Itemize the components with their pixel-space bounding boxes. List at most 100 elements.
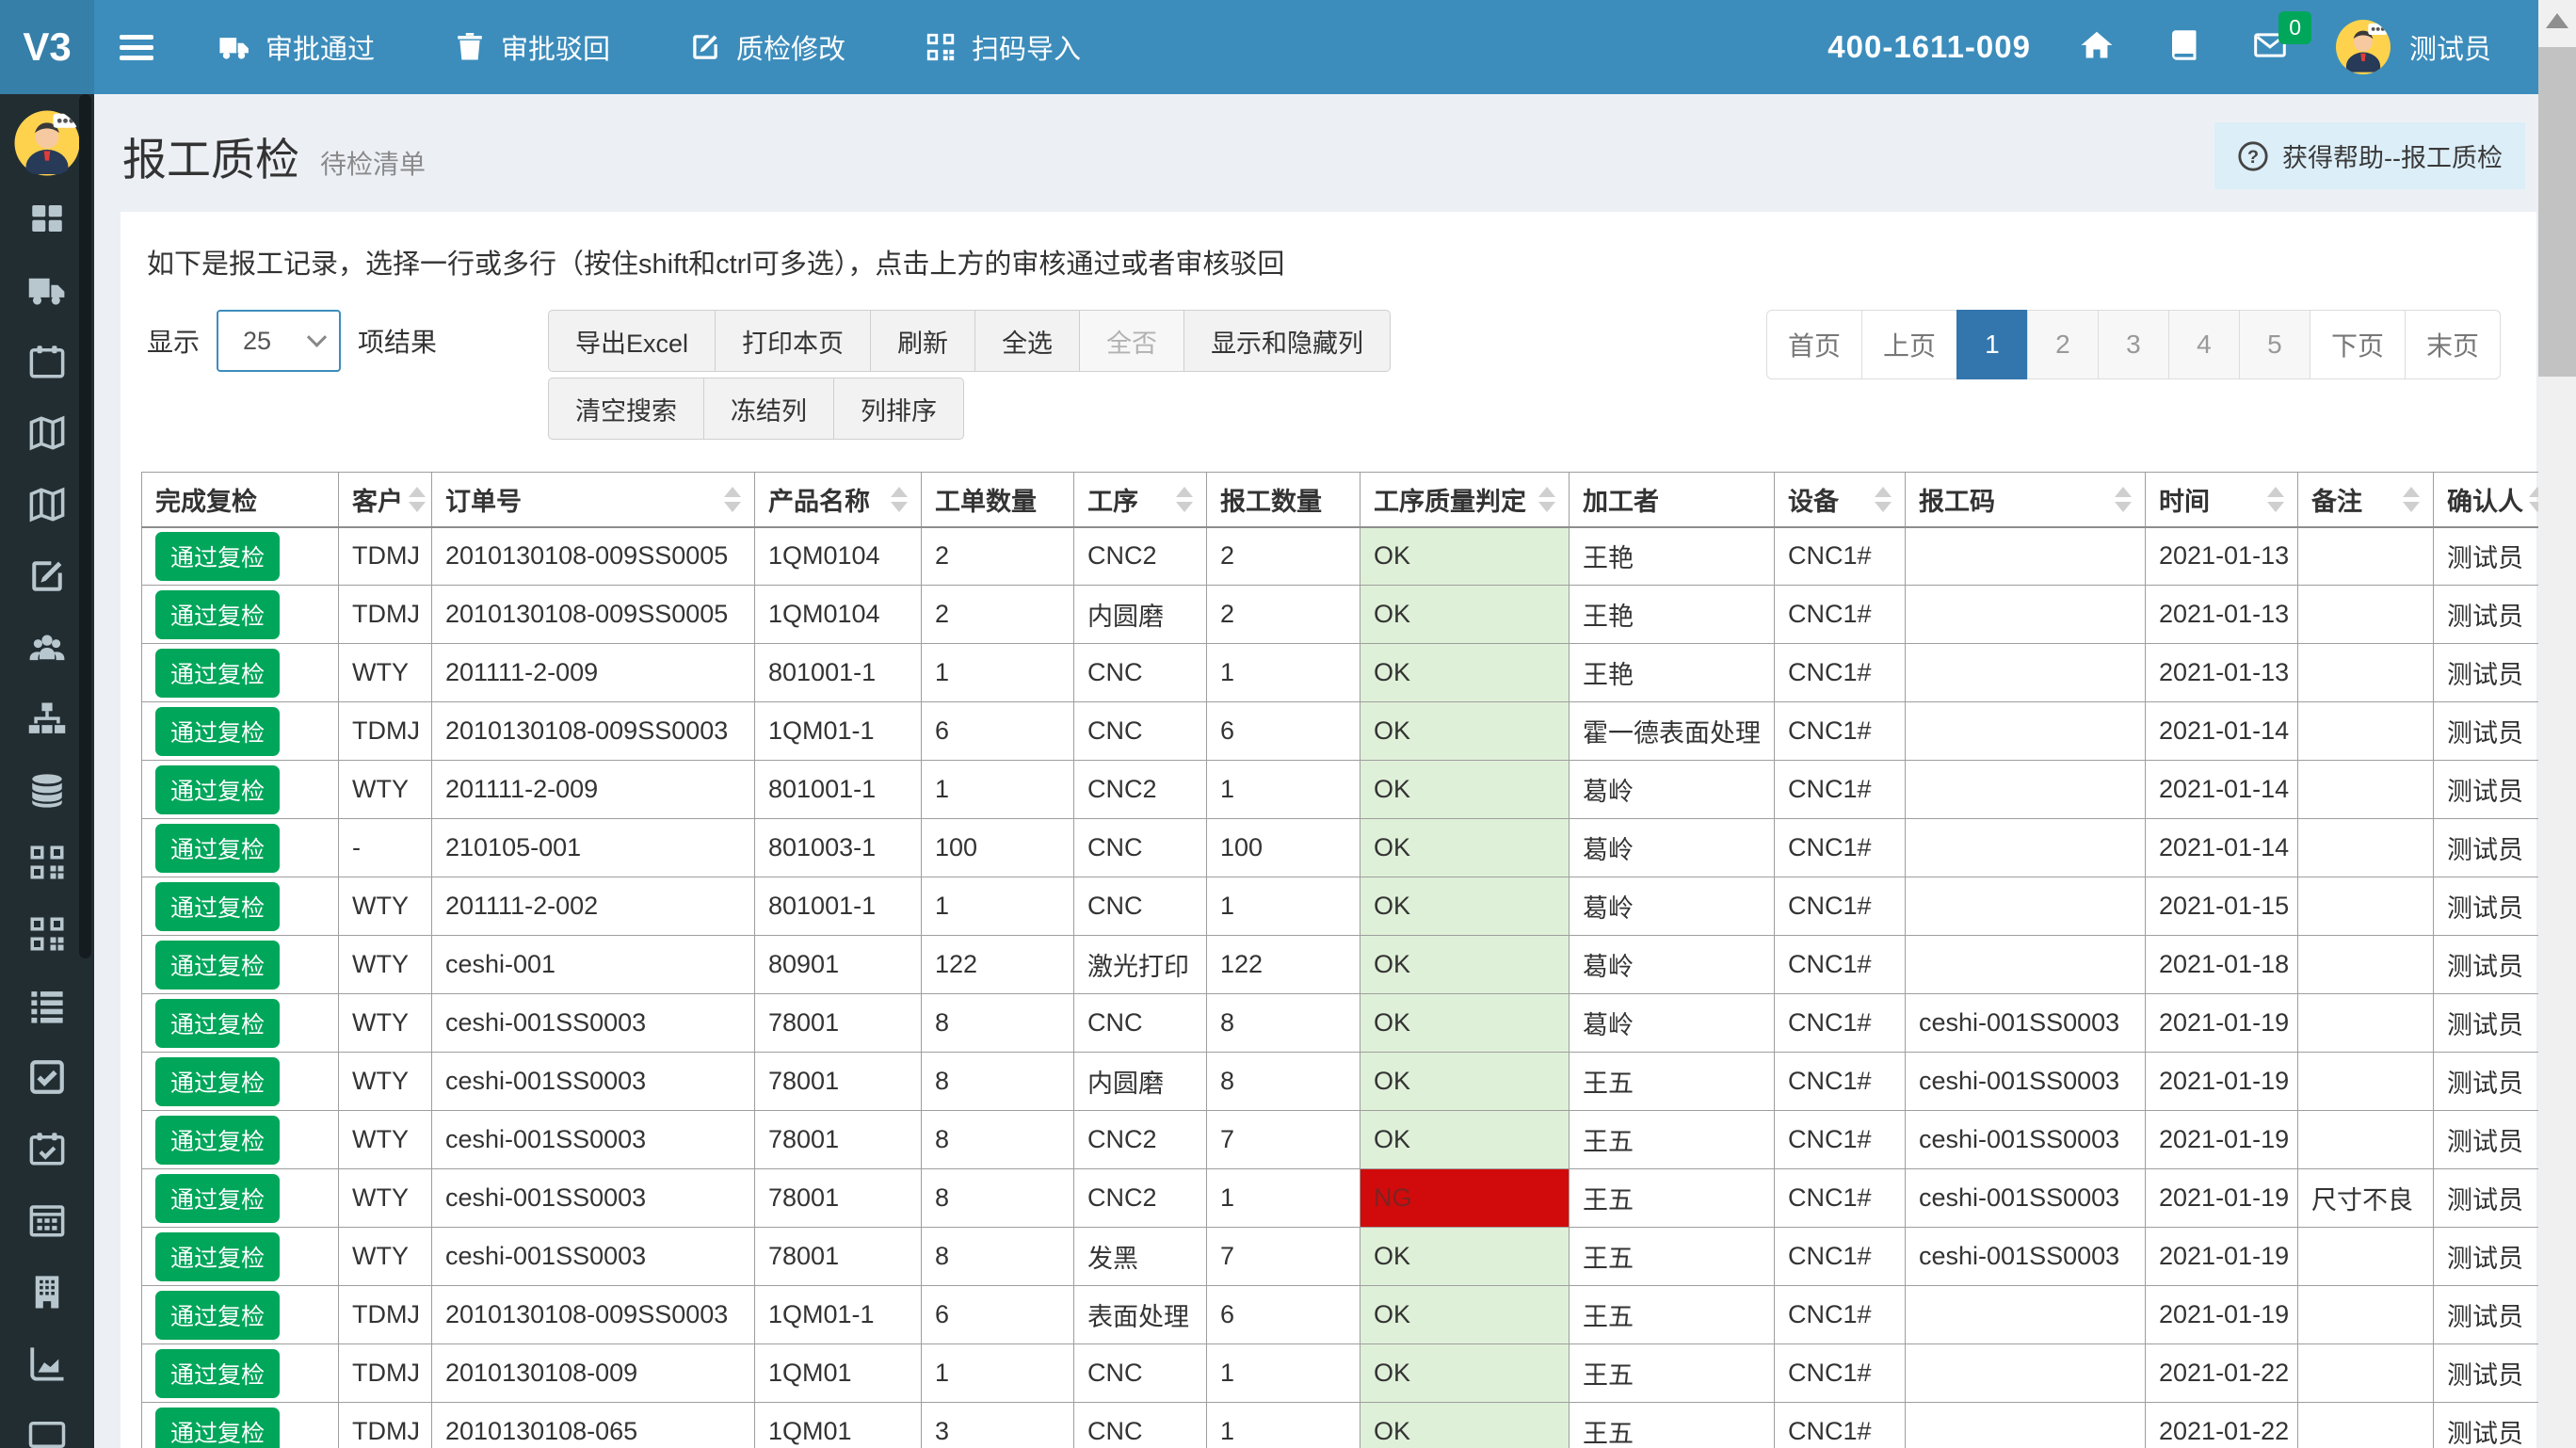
- column-header-confirmer[interactable]: 确认人: [2434, 473, 2545, 527]
- clear-search-button[interactable]: 清空搜索: [548, 378, 704, 440]
- cell-recheck: 通过复检: [142, 994, 339, 1053]
- pass-recheck-button[interactable]: 通过复检: [155, 707, 280, 756]
- column-header-order_no[interactable]: 订单号: [432, 473, 755, 527]
- table-row[interactable]: 通过复检-210105-001801003-1100CNC100OK葛岭CNC1…: [142, 819, 2545, 877]
- table-row[interactable]: 通过复检WTYceshi-001SS0003780018CNC8OK葛岭CNC1…: [142, 994, 2545, 1053]
- pagination-page-1[interactable]: 1: [1956, 310, 2028, 379]
- table-row[interactable]: 通过复检TDMJ2010130108-009SS00051QM01042CNC2…: [142, 527, 2545, 586]
- nav-item-approve-pass[interactable]: 审批通过: [179, 0, 414, 94]
- pass-recheck-button[interactable]: 通过复检: [155, 1057, 280, 1106]
- cell-worker: 王五: [1570, 1111, 1775, 1169]
- freeze-column-button[interactable]: 冻结列: [703, 378, 834, 440]
- pass-recheck-button[interactable]: 通过复检: [155, 649, 280, 698]
- page-size-select[interactable]: 25: [217, 310, 341, 372]
- table-toolbar: 导出Excel打印本页刷新全选全否显示和隐藏列 清空搜索冻结列列排序: [548, 310, 1391, 440]
- table-row[interactable]: 通过复检WTYceshi-00180901122激光打印122OK葛岭CNC1#…: [142, 936, 2545, 994]
- table-row[interactable]: 通过复检TDMJ2010130108-009SS00031QM01-16CNC6…: [142, 702, 2545, 761]
- table-row[interactable]: 通过复检TDMJ2010130108-0091QM011CNC1OK王五CNC1…: [142, 1344, 2545, 1403]
- cell-product: 1QM01: [755, 1344, 922, 1403]
- table-row[interactable]: 通过复检TDMJ2010130108-009SS00051QM01042内圆磨2…: [142, 586, 2545, 644]
- cell-report_code: ceshi-001SS0003: [1906, 1053, 2146, 1111]
- sidebar-item-list-11[interactable]: [0, 970, 94, 1041]
- sidebar-item-chart-area-16[interactable]: [0, 1327, 94, 1399]
- column-order-button[interactable]: 列排序: [833, 378, 964, 440]
- instruction-text: 如下是报工记录，选择一行或多行（按住shift和ctrl可多选），点击上方的审核…: [147, 242, 2516, 282]
- pagination-first-page[interactable]: 首页: [1766, 310, 1862, 379]
- select-all-button[interactable]: 全选: [974, 310, 1080, 372]
- table-row[interactable]: 通过复检WTYceshi-001SS0003780018内圆磨8OK王五CNC1…: [142, 1053, 2545, 1111]
- pass-recheck-button[interactable]: 通过复检: [155, 765, 280, 814]
- pass-recheck-button[interactable]: 通过复检: [155, 882, 280, 931]
- cell-worker: 葛岭: [1570, 761, 1775, 819]
- username-label[interactable]: 测试员: [2409, 27, 2491, 67]
- pagination-last-page[interactable]: 末页: [2405, 310, 2501, 379]
- sidebar-item-building-15[interactable]: [0, 1256, 94, 1327]
- scroll-up-arrow-icon[interactable]: [2546, 13, 2568, 28]
- help-button[interactable]: ? 获得帮助--报工质检: [2214, 122, 2525, 189]
- cell-wo_qty: 3: [922, 1403, 1074, 1448]
- column-header-device[interactable]: 设备: [1775, 473, 1906, 527]
- column-header-process[interactable]: 工序: [1074, 473, 1207, 527]
- pagination-page-3[interactable]: 3: [2098, 310, 2169, 379]
- pass-recheck-button[interactable]: 通过复检: [155, 1232, 280, 1281]
- cell-product: 78001: [755, 1111, 922, 1169]
- pass-recheck-button[interactable]: 通过复检: [155, 1291, 280, 1340]
- pagination-next-page[interactable]: 下页: [2310, 310, 2406, 379]
- column-header-product[interactable]: 产品名称: [755, 473, 922, 527]
- pass-recheck-button[interactable]: 通过复检: [155, 999, 280, 1048]
- cell-device: CNC1#: [1775, 1286, 1906, 1344]
- sidebar-item-calendar-check-13[interactable]: [0, 1113, 94, 1184]
- pass-recheck-button[interactable]: 通过复检: [155, 1174, 280, 1223]
- pagination-page-4[interactable]: 4: [2168, 310, 2240, 379]
- pass-recheck-button[interactable]: 通过复检: [155, 941, 280, 989]
- table-row[interactable]: 通过复检WTY201111-2-009801001-11CNC21OK葛岭CNC…: [142, 761, 2545, 819]
- select-none-button[interactable]: 全否: [1079, 310, 1184, 372]
- table-row[interactable]: 通过复检WTY201111-2-002801001-11CNC1OK葛岭CNC1…: [142, 877, 2545, 936]
- table-row[interactable]: 通过复检TDMJ2010130108-0651QM013CNC1OK王五CNC1…: [142, 1403, 2545, 1448]
- cell-product: 801001-1: [755, 644, 922, 702]
- scrollbar-thumb[interactable]: [2538, 47, 2576, 377]
- sidebar-toggle-button[interactable]: [94, 0, 179, 94]
- pass-recheck-button[interactable]: 通过复检: [155, 1116, 280, 1165]
- navbar-envelope-button[interactable]: 0: [2253, 28, 2287, 67]
- pagination-prev-page[interactable]: 上页: [1861, 310, 1957, 379]
- cell-product: 801003-1: [755, 819, 922, 877]
- pass-recheck-button[interactable]: 通过复检: [155, 532, 280, 581]
- navbar-home-button[interactable]: [2080, 28, 2114, 67]
- pagination-page-2[interactable]: 2: [2027, 310, 2099, 379]
- export-excel-button[interactable]: 导出Excel: [548, 310, 716, 372]
- table-row[interactable]: 通过复检WTYceshi-001SS0003780018CNC27OK王五CNC…: [142, 1111, 2545, 1169]
- app-logo: V3: [0, 0, 94, 94]
- sidebar-item-calendar-grid-14[interactable]: [0, 1184, 94, 1256]
- sidebar-item-check-square-12[interactable]: [0, 1041, 94, 1113]
- pass-recheck-button[interactable]: 通过复检: [155, 1408, 280, 1448]
- column-header-report_code[interactable]: 报工码: [1906, 473, 2146, 527]
- table-row[interactable]: 通过复检WTYceshi-001SS0003780018发黑7OK王五CNC1#…: [142, 1228, 2545, 1286]
- table-row[interactable]: 通过复检TDMJ2010130108-009SS00031QM01-16表面处理…: [142, 1286, 2545, 1344]
- column-header-remark[interactable]: 备注: [2298, 473, 2434, 527]
- toggle-columns-button[interactable]: 显示和隐藏列: [1183, 310, 1391, 372]
- pass-recheck-button[interactable]: 通过复检: [155, 1349, 280, 1398]
- print-page-button[interactable]: 打印本页: [715, 310, 871, 372]
- truck-icon: [27, 270, 67, 310]
- cell-customer: -: [339, 819, 432, 877]
- cell-time: 2021-01-13: [2146, 644, 2298, 702]
- navbar-book-button[interactable]: [2166, 28, 2200, 67]
- nav-item-approve-reject[interactable]: 审批驳回: [414, 0, 650, 94]
- cell-time: 2021-01-19: [2146, 1111, 2298, 1169]
- pagination-page-5[interactable]: 5: [2239, 310, 2310, 379]
- sidebar-scrollbar-thumb[interactable]: [79, 94, 91, 958]
- pass-recheck-button[interactable]: 通过复检: [155, 824, 280, 873]
- sidebar-user-avatar[interactable]: [13, 109, 81, 177]
- table-row[interactable]: 通过复检WTY201111-2-009801001-11CNC1OK王艳CNC1…: [142, 644, 2545, 702]
- table-row[interactable]: 通过复检WTYceshi-001SS0003780018CNC21NG王五CNC…: [142, 1169, 2545, 1228]
- nav-item-qc-modify[interactable]: 质检修改: [650, 0, 885, 94]
- sidebar-item-window-17[interactable]: [0, 1399, 94, 1448]
- pass-recheck-button[interactable]: 通过复检: [155, 590, 280, 639]
- column-header-judge[interactable]: 工序质量判定: [1360, 473, 1570, 527]
- column-header-customer[interactable]: 客户: [339, 473, 432, 527]
- user-avatar[interactable]: [2336, 20, 2391, 74]
- column-header-time[interactable]: 时间: [2146, 473, 2298, 527]
- refresh-button[interactable]: 刷新: [870, 310, 975, 372]
- nav-item-scan-import[interactable]: 扫码导入: [885, 0, 1120, 94]
